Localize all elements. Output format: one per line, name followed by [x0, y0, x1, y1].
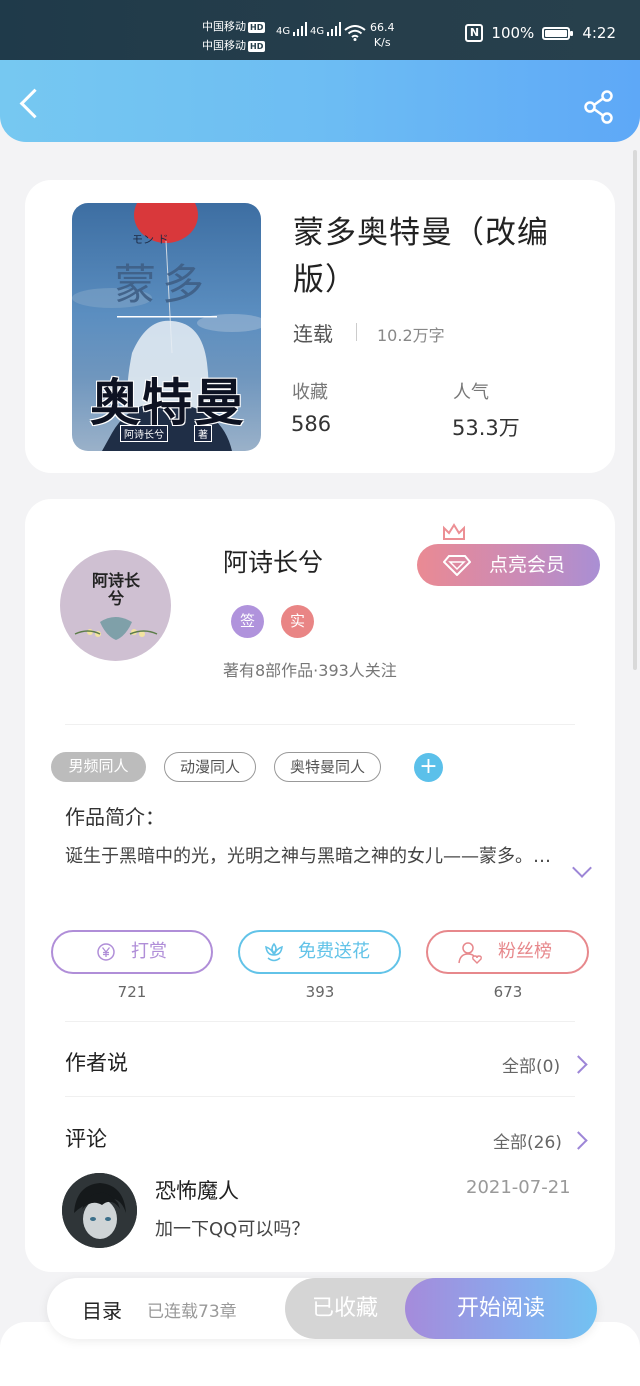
network-type: 4G — [276, 26, 291, 37]
serial-status: 连载 — [293, 322, 333, 346]
cover-by: 著 — [194, 425, 212, 442]
yen-icon — [97, 943, 115, 961]
author-stats: 著有8部作品·393人关注 — [223, 661, 397, 680]
divider — [356, 323, 357, 341]
battery-percent: 100% — [491, 24, 535, 42]
signed-badge: 签 — [231, 605, 264, 638]
crown-icon — [443, 523, 465, 540]
vip-button-label: 点亮会员 — [489, 554, 566, 576]
share-icon[interactable] — [583, 90, 615, 124]
network-type: 4G — [310, 26, 325, 37]
top-nav-bar — [0, 60, 640, 142]
reward-count: 721 — [117, 983, 147, 1001]
cover-kana: モン ド — [132, 233, 169, 246]
hd-badge: HD — [248, 40, 266, 52]
favorites-label: 收藏 — [292, 382, 328, 403]
status-bar: 中国移动 HD 中国移动 HD 4G 4G 66.4 K/s N 100% 4:22 — [0, 0, 640, 60]
book-cover[interactable]: モン ド 蒙多 奥特曼 阿诗长兮 著 — [72, 203, 261, 451]
fan-count: 673 — [493, 983, 523, 1001]
chevron-right-icon[interactable] — [569, 1055, 588, 1074]
toc-button[interactable]: 目录 — [82, 1295, 122, 1324]
divider — [65, 1096, 575, 1097]
author-says-all-link[interactable]: 全部(0) — [502, 1052, 560, 1077]
intro-title: 作品简介： — [65, 805, 165, 829]
reward-button[interactable]: 打赏 — [51, 930, 213, 974]
scrollbar[interactable] — [633, 150, 637, 670]
book-title: 蒙多奥特曼（改编版） — [293, 215, 549, 298]
fan-rank-button[interactable]: 粉丝榜 — [426, 930, 589, 974]
send-flower-button[interactable]: 免费送花 — [238, 930, 401, 974]
tag-2[interactable]: 奥特曼同人 — [274, 752, 381, 782]
send-flower-label: 免费送花 — [298, 941, 370, 962]
popularity-value: 53.3万 — [452, 416, 520, 440]
hd-badge: HD — [248, 21, 266, 33]
speed-unit: K/s — [373, 36, 391, 49]
chapter-count: 已连载73章 — [147, 1302, 237, 1322]
status-right: N 100% 4:22 — [465, 24, 616, 42]
battery-icon — [542, 26, 574, 40]
comments-all-link[interactable]: 全部(26) — [493, 1128, 562, 1153]
comments-title: 评论 — [65, 1127, 107, 1151]
cover-title-bottom: 奥特曼 — [90, 374, 246, 432]
carrier-2: 中国移动 — [202, 39, 246, 52]
cover-title-top: 蒙多 — [114, 260, 211, 309]
nfc-icon: N — [465, 24, 484, 42]
fan-icon — [458, 942, 482, 964]
flower-count: 393 — [305, 983, 335, 1001]
author-avatar[interactable]: 阿诗长兮 — [60, 550, 171, 661]
tag-1[interactable]: 动漫同人 — [164, 752, 256, 782]
back-icon[interactable] — [19, 88, 50, 119]
carrier-info: 中国移动 HD 中国移动 HD — [202, 17, 266, 55]
fan-rank-label: 粉丝榜 — [498, 941, 552, 962]
favorites-value: 586 — [291, 412, 332, 436]
signal-icon: 4G — [310, 22, 343, 37]
popularity-label: 人气 — [453, 382, 489, 403]
comment-text[interactable]: 加一下QQ可以吗？ — [155, 1215, 309, 1241]
speed-value: 66.4 — [370, 21, 395, 34]
start-reading-button[interactable]: 开始阅读 — [405, 1278, 597, 1339]
author-card: 阿诗长兮 阿诗长兮 签 实 著有8部作品·393人关注 点亮会员 男频同人 动漫… — [25, 499, 615, 1272]
flower-icon — [265, 942, 283, 962]
cover-author: 阿诗长兮 — [120, 425, 168, 442]
signal-icon: 4G — [276, 22, 309, 37]
bottom-action-bar: 目录 已连载73章 已收藏 开始阅读 — [47, 1278, 597, 1339]
carrier-1: 中国移动 — [202, 20, 246, 33]
author-name[interactable]: 阿诗长兮 — [223, 543, 323, 579]
expand-chevron-icon[interactable] — [572, 858, 592, 878]
comment-date: 2021-07-21 — [466, 1177, 571, 1198]
chevron-right-icon[interactable] — [569, 1131, 588, 1150]
verified-badge: 实 — [281, 605, 314, 638]
word-count: 10.2万字 — [377, 326, 445, 345]
diamond-icon — [443, 555, 471, 576]
comment-username[interactable]: 恐怖魔人 — [155, 1175, 239, 1205]
vip-button[interactable]: 点亮会员 — [417, 544, 600, 586]
network-speed: 66.4 K/s — [370, 20, 395, 50]
reward-label: 打赏 — [131, 941, 167, 962]
commenter-avatar[interactable] — [62, 1173, 137, 1248]
tag-0[interactable]: 男频同人 — [51, 752, 146, 782]
book-info-card: モン ド 蒙多 奥特曼 阿诗长兮 著 蒙多奥特曼（改编版） 连载 10.2万字 … — [25, 180, 615, 473]
wifi-icon — [344, 25, 366, 41]
intro-text[interactable]: 诞生于黑暗中的光，光明之神与黑暗之神的女儿——蒙多。… — [65, 843, 555, 871]
clock: 4:22 — [582, 24, 616, 42]
author-says-title: 作者说 — [65, 1051, 128, 1075]
divider — [65, 724, 575, 725]
divider — [65, 1021, 575, 1022]
add-tag-button[interactable]: + — [414, 753, 443, 782]
collected-label: 已收藏 — [312, 1296, 379, 1321]
